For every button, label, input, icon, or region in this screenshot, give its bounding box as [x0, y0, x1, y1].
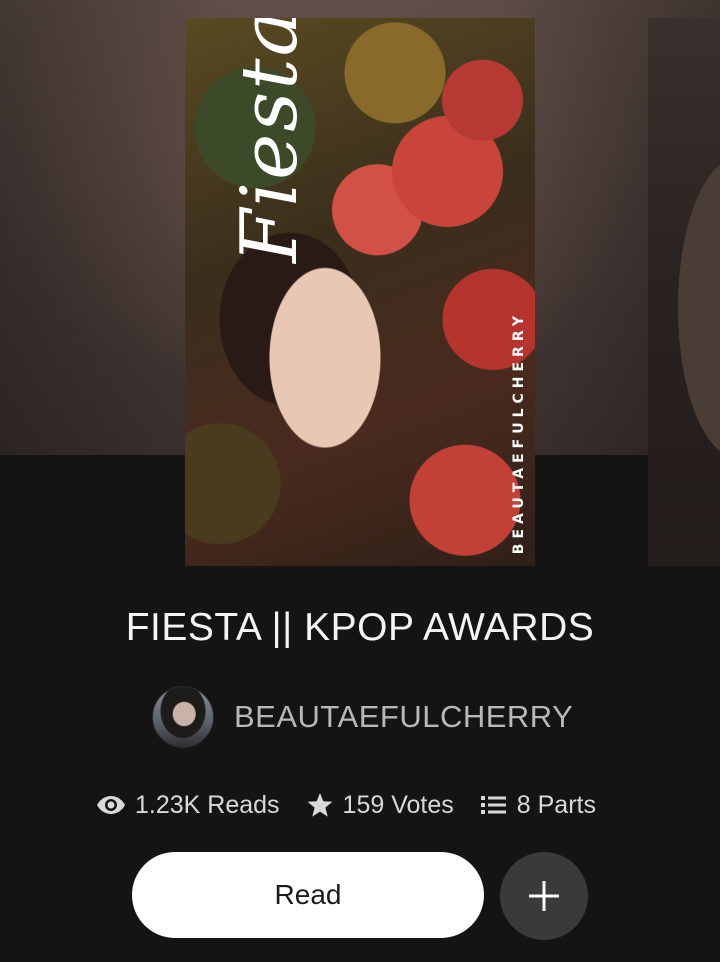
votes-count: 159 Votes [342, 790, 454, 819]
story-cover[interactable]: Fiesta BEAUTAEFULCHERRY [185, 18, 535, 566]
author-name[interactable]: BEAUTAEFULCHERRY [234, 699, 573, 735]
cover-script-text: Fiesta [225, 18, 315, 263]
next-story-cover[interactable] [648, 18, 720, 566]
star-icon [307, 793, 333, 817]
cover-author-text: BEAUTAEFULCHERRY [511, 310, 527, 554]
author-avatar[interactable] [152, 686, 214, 748]
reads-stat: 1.23K Reads [96, 791, 280, 820]
story-title: FIESTA || KPOP AWARDS [125, 606, 595, 649]
votes-stat: 159 Votes [306, 791, 454, 820]
read-button[interactable]: Read [132, 852, 484, 938]
eye-icon [97, 796, 125, 814]
reads-count: 1.23K Reads [135, 790, 280, 819]
story-stats: 1.23K Reads 159 Votes 8 Parts [96, 785, 596, 825]
add-to-library-button[interactable] [500, 852, 588, 940]
plus-icon [529, 881, 559, 911]
cover-title-script: Fiesta [215, 18, 345, 288]
author-link[interactable]: BEAUTAEFULCHERRY [152, 686, 573, 748]
list-icon [480, 796, 506, 814]
parts-count: 8 Parts [516, 790, 596, 819]
parts-stat: 8 Parts [480, 791, 596, 820]
